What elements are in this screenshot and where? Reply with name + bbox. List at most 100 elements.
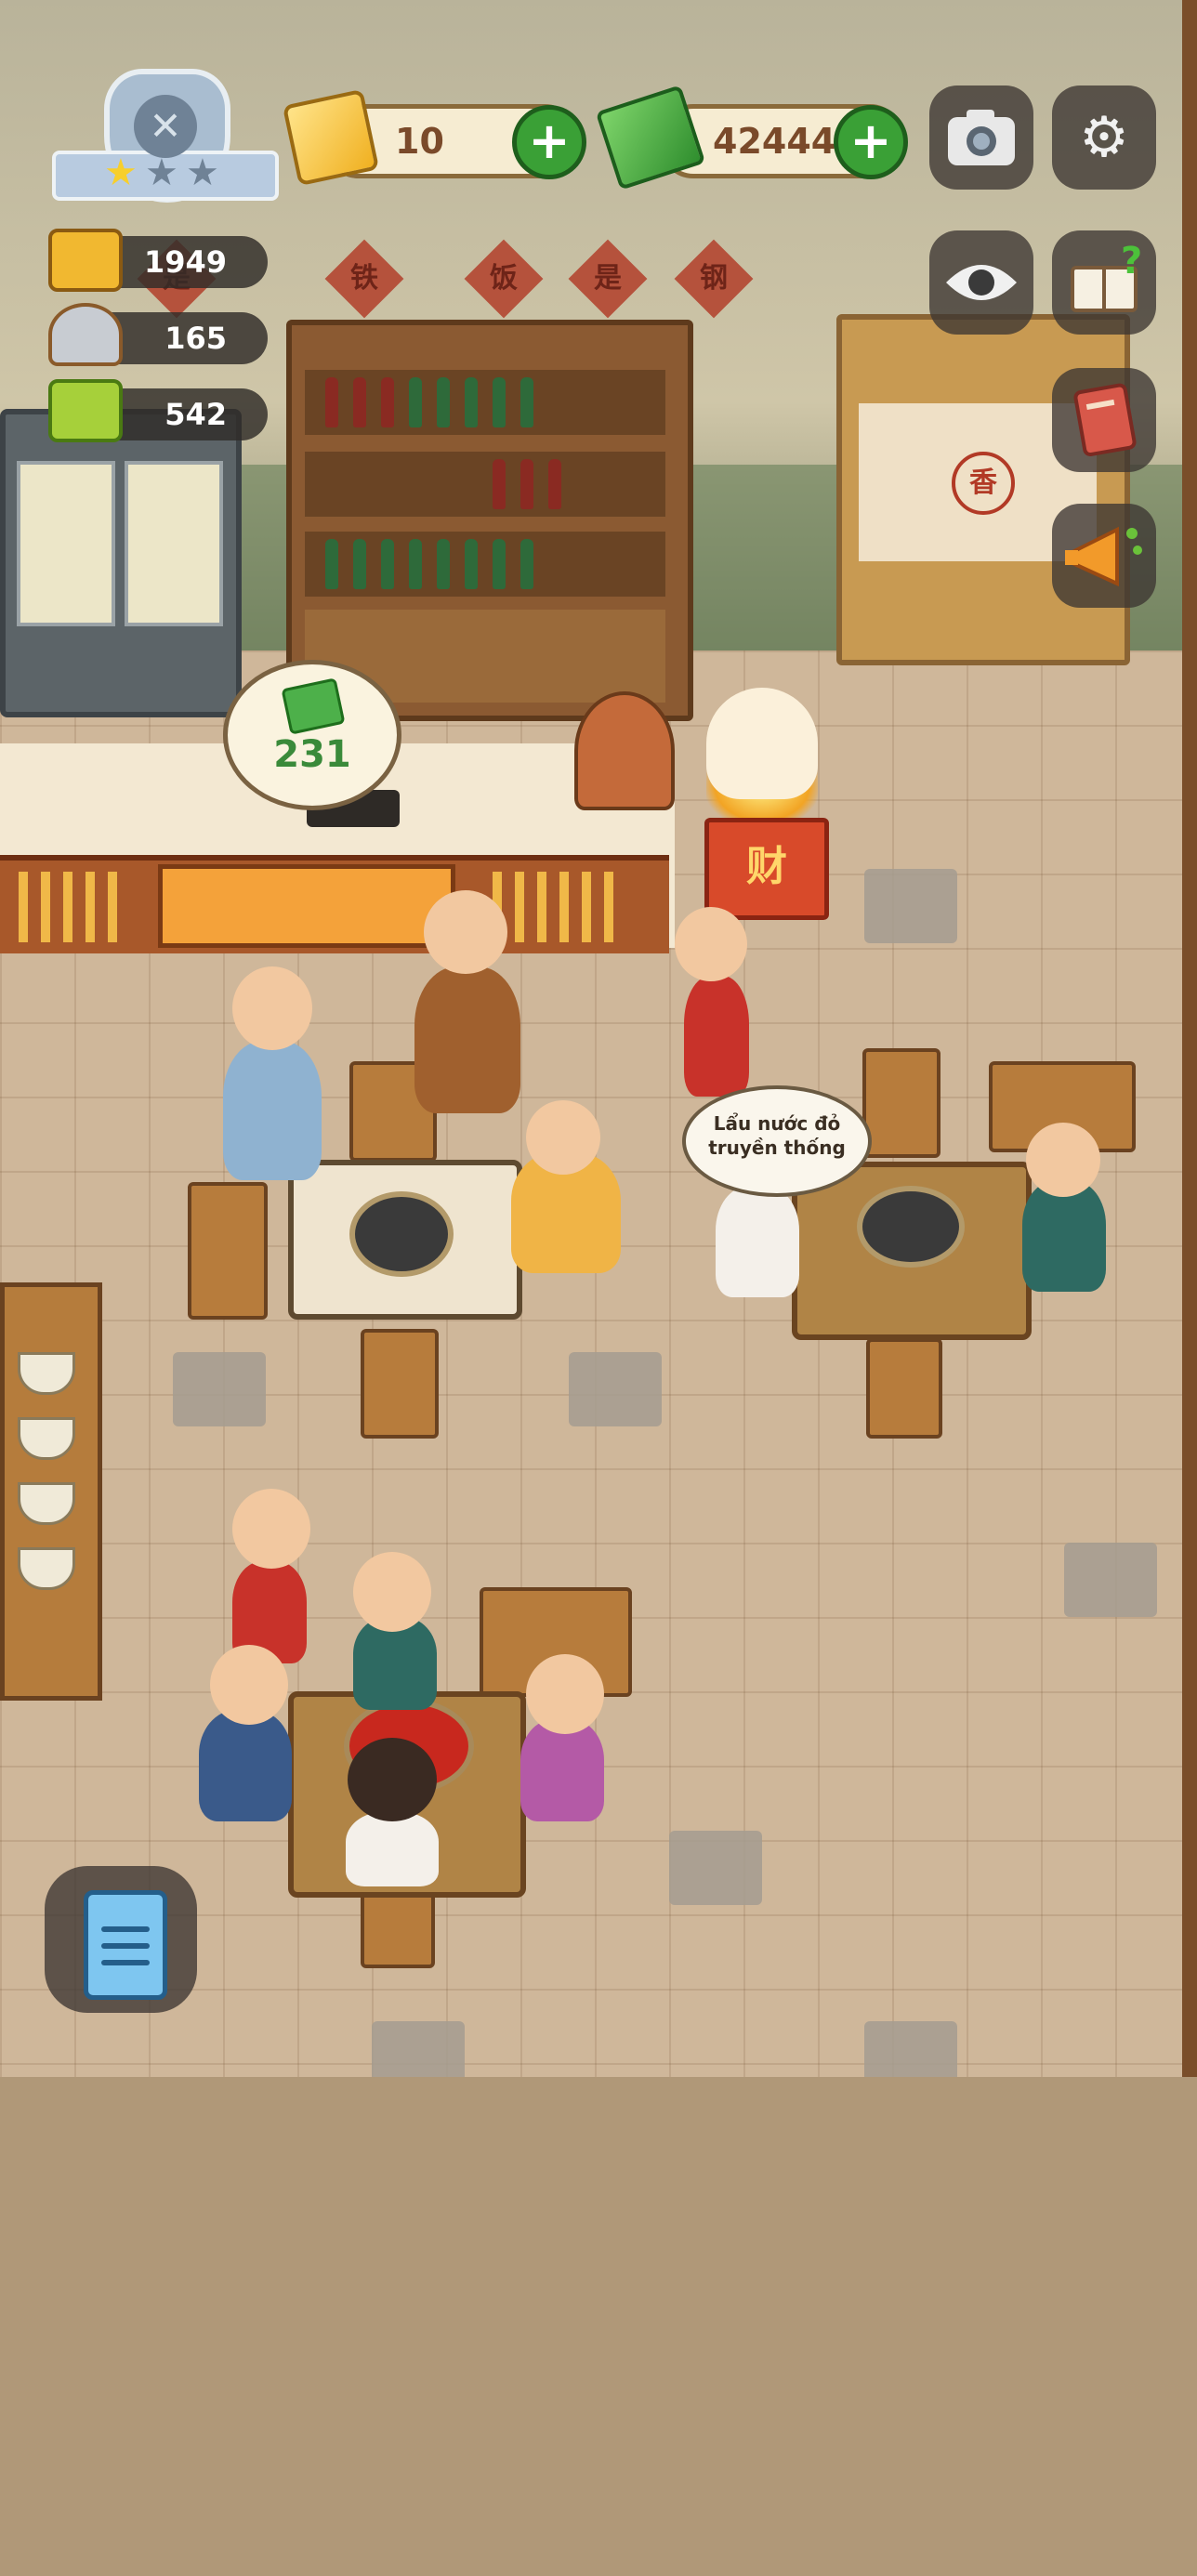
counter-slat bbox=[582, 872, 591, 942]
add-gems-button[interactable]: + bbox=[512, 105, 586, 179]
bottle bbox=[520, 459, 533, 509]
star-empty-icon: ★ bbox=[145, 151, 178, 194]
order-speech-bubble: Lẩu nước đỏ truyền thống bbox=[682, 1085, 872, 1197]
chair bbox=[188, 1182, 268, 1320]
floor-crack bbox=[1064, 1543, 1157, 1617]
bowl bbox=[18, 1417, 75, 1460]
counter-slat bbox=[559, 872, 569, 942]
add-cash-button[interactable]: + bbox=[834, 105, 908, 179]
collect-cash-amount: 231 bbox=[273, 733, 351, 776]
bottle bbox=[465, 539, 478, 589]
hotpot-burner bbox=[349, 1191, 454, 1277]
bottle bbox=[437, 377, 450, 427]
bottle bbox=[548, 459, 561, 509]
hotpot-burner bbox=[857, 1186, 965, 1268]
waitress-head bbox=[232, 1489, 310, 1569]
counter-lamp bbox=[574, 691, 675, 810]
bottle bbox=[381, 377, 394, 427]
customer-head bbox=[348, 1738, 437, 1821]
hotpot-icon bbox=[48, 229, 123, 292]
bottle bbox=[353, 377, 366, 427]
promotion-button[interactable] bbox=[1052, 504, 1156, 608]
help-book-icon: ? bbox=[1052, 230, 1156, 335]
counter-slat bbox=[515, 872, 524, 942]
counter-slat bbox=[86, 872, 95, 942]
star-filled-icon: ★ bbox=[104, 151, 138, 194]
lucky-box[interactable]: 财 bbox=[704, 818, 829, 920]
condiment-cabinet[interactable] bbox=[0, 1282, 102, 1701]
star-empty-icon: ★ bbox=[186, 151, 219, 194]
floor-crack bbox=[864, 2021, 957, 2077]
bowl bbox=[18, 1352, 75, 1395]
lucky-box-char: 财 bbox=[746, 843, 787, 890]
floor-crack bbox=[173, 1352, 266, 1426]
customer-seated[interactable] bbox=[1022, 1180, 1106, 1292]
customer-waiting[interactable] bbox=[223, 1041, 322, 1180]
bottle bbox=[493, 377, 506, 427]
kitchen-door[interactable]: 香 bbox=[836, 314, 1130, 665]
view-toggle-button[interactable] bbox=[929, 230, 1033, 335]
recipe-book-icon bbox=[1052, 368, 1156, 472]
settings-button[interactable]: ⚙ bbox=[1052, 85, 1156, 190]
bottle bbox=[409, 539, 422, 589]
help-book-button[interactable]: ? bbox=[1052, 230, 1156, 335]
customer-head bbox=[232, 966, 312, 1050]
bowl bbox=[18, 1482, 75, 1525]
game-scene[interactable]: 是 铁 饭 是 钢 bbox=[0, 0, 1197, 2077]
counter-slat bbox=[41, 872, 50, 942]
customer-dining[interactable] bbox=[520, 1719, 604, 1821]
collect-cash-bubble[interactable]: 231 bbox=[223, 660, 401, 810]
chair bbox=[862, 1048, 940, 1158]
floor-crack bbox=[372, 2021, 465, 2077]
lucky-cat[interactable] bbox=[706, 688, 818, 799]
waitress-head bbox=[675, 907, 747, 981]
shelf-row bbox=[305, 452, 665, 517]
counter-slat bbox=[537, 872, 546, 942]
eye-icon bbox=[929, 230, 1033, 335]
stat-menu-value: 542 bbox=[164, 397, 227, 432]
customer-dining[interactable] bbox=[199, 1710, 292, 1821]
bowl bbox=[18, 1547, 75, 1590]
cash-icon bbox=[281, 677, 346, 735]
megaphone-icon bbox=[1052, 504, 1156, 608]
counter-slat bbox=[63, 872, 72, 942]
bottle bbox=[465, 377, 478, 427]
clipboard-line bbox=[101, 1926, 150, 1932]
bottle-shelf[interactable] bbox=[286, 320, 693, 721]
stat-customers-value: 1949 bbox=[143, 244, 227, 280]
floor-crack bbox=[569, 1352, 662, 1426]
bottle bbox=[353, 539, 366, 589]
customer-head bbox=[526, 1100, 600, 1175]
waitress[interactable] bbox=[684, 976, 749, 1097]
chair bbox=[361, 1329, 439, 1439]
customer-head bbox=[526, 1654, 604, 1734]
clipboard-line bbox=[101, 1960, 150, 1965]
menu-book-icon bbox=[48, 379, 123, 442]
wall-sign-char: 钢 bbox=[700, 262, 728, 295]
chair bbox=[866, 1338, 942, 1439]
manager-head bbox=[424, 890, 507, 974]
wall-sign-char: 是 bbox=[594, 262, 622, 295]
wall-sign-char: 饭 bbox=[490, 262, 518, 295]
recipe-book-button[interactable] bbox=[1052, 368, 1156, 472]
customer-head bbox=[353, 1552, 431, 1632]
bottle bbox=[520, 377, 533, 427]
orders-clipboard-button[interactable] bbox=[45, 1866, 197, 2013]
bottle bbox=[437, 539, 450, 589]
fork-knife-icon: ✕ bbox=[134, 95, 197, 158]
gem-amount: 10 bbox=[395, 121, 444, 162]
drinks-fridge[interactable] bbox=[0, 409, 242, 717]
cloche-icon bbox=[48, 303, 123, 366]
bottle bbox=[325, 539, 338, 589]
customer-ordering[interactable] bbox=[716, 1186, 799, 1297]
wall-sign-char: 铁 bbox=[350, 262, 378, 295]
fridge-glass bbox=[17, 461, 115, 626]
bottle bbox=[493, 459, 506, 509]
restaurant-rating-badge[interactable]: ✕ ★ ★ ★ bbox=[52, 69, 279, 216]
customer-dining[interactable] bbox=[346, 1812, 439, 1886]
floor-crack bbox=[864, 869, 957, 943]
gear-icon: ⚙ bbox=[1079, 105, 1129, 170]
camera-button[interactable] bbox=[929, 85, 1033, 190]
wall-edge bbox=[1182, 0, 1197, 2077]
restaurant-manager[interactable] bbox=[414, 966, 520, 1113]
